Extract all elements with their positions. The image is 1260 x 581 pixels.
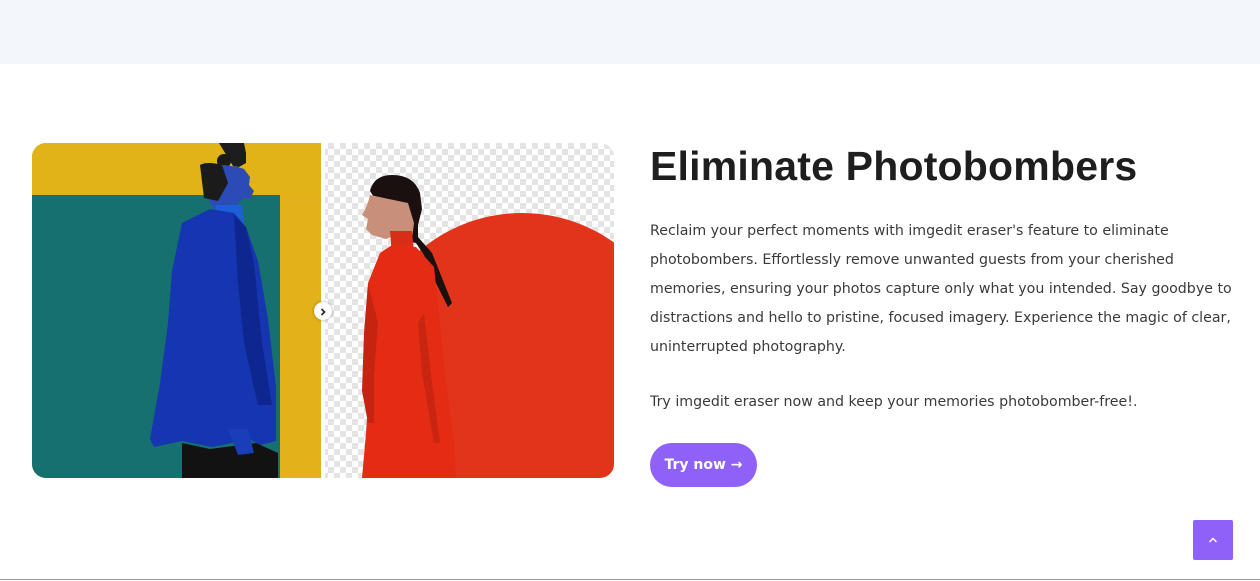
feature-title: Eliminate Photobombers — [650, 143, 1138, 189]
try-now-button[interactable]: Try now → — [650, 443, 757, 487]
feature-description: Reclaim your perfect moments with imgedi… — [650, 223, 1232, 355]
after-image — [322, 143, 614, 478]
feature-cta-text: Try imgedit eraser now and keep your mem… — [650, 394, 1138, 410]
chevron-right-icon — [318, 302, 328, 321]
header-band — [0, 0, 1260, 64]
chevron-up-icon — [1207, 531, 1219, 550]
try-now-label: Try now → — [664, 457, 743, 473]
scroll-to-top-button[interactable] — [1193, 520, 1233, 560]
bottom-divider — [0, 579, 1260, 580]
before-image — [32, 143, 322, 478]
before-after-image-compare[interactable] — [32, 143, 614, 478]
compare-slider-handle[interactable] — [314, 302, 332, 320]
